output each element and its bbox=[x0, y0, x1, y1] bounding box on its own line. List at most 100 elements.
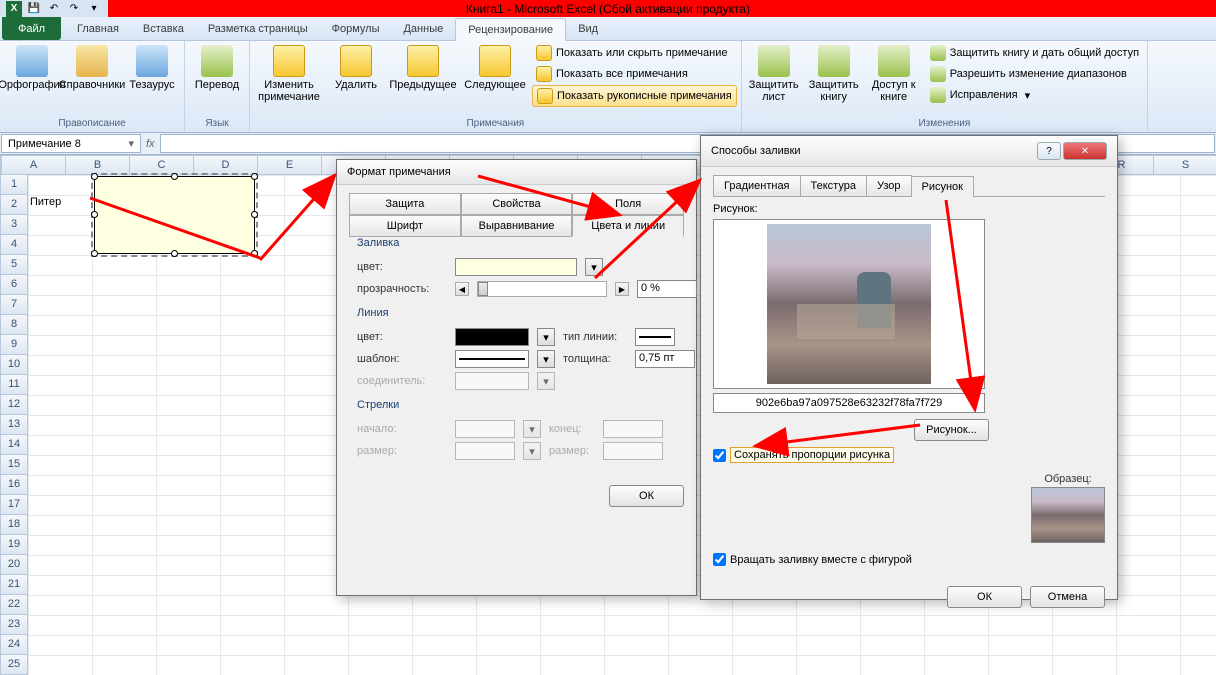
qat-dropdown-icon[interactable]: ▾ bbox=[86, 1, 102, 17]
save-icon[interactable]: 💾 bbox=[26, 1, 42, 17]
fill-color-swatch[interactable] bbox=[455, 258, 577, 276]
research-button[interactable]: Справочники bbox=[64, 43, 120, 93]
show-hide-comment-button[interactable]: Показать или скрыть примечание bbox=[532, 43, 737, 63]
dlg-tab-font[interactable]: Шрифт bbox=[349, 215, 461, 237]
allow-ranges-button[interactable]: Разрешить изменение диапазонов bbox=[926, 64, 1143, 84]
protect-workbook-button[interactable]: Защитить книгу bbox=[806, 43, 862, 105]
row-header-16[interactable]: 16 bbox=[0, 475, 28, 495]
row-header-2[interactable]: 2 bbox=[0, 195, 28, 215]
dialog-help-button[interactable]: ? bbox=[1037, 142, 1061, 160]
comment-box[interactable] bbox=[94, 176, 255, 254]
group-label-proofing: Правописание bbox=[4, 117, 180, 130]
tab-review[interactable]: Рецензирование bbox=[455, 18, 566, 41]
row-header-12[interactable]: 12 bbox=[0, 395, 28, 415]
row-header-3[interactable]: 3 bbox=[0, 215, 28, 235]
fx-icon[interactable]: fx bbox=[146, 138, 155, 150]
tab-formulas[interactable]: Формулы bbox=[320, 17, 392, 40]
col-header-C[interactable]: C bbox=[130, 155, 194, 175]
fe-tab-gradient[interactable]: Градиентная bbox=[713, 175, 801, 196]
row-header-20[interactable]: 20 bbox=[0, 555, 28, 575]
slider-thumb[interactable] bbox=[478, 282, 488, 296]
next-comment-button[interactable]: Следующее bbox=[462, 43, 528, 93]
dlg-tab-align[interactable]: Выравнивание bbox=[461, 215, 573, 237]
fill-dialog-titlebar[interactable]: Способы заливки ? ✕ bbox=[701, 136, 1117, 167]
row-header-5[interactable]: 5 bbox=[0, 255, 28, 275]
tab-insert[interactable]: Вставка bbox=[131, 17, 196, 40]
col-header-S[interactable]: S bbox=[1154, 155, 1216, 175]
prev-comment-button[interactable]: Предыдущее bbox=[388, 43, 458, 93]
row-header-21[interactable]: 21 bbox=[0, 575, 28, 595]
show-all-comments-button[interactable]: Показать все примечания bbox=[532, 64, 737, 84]
tab-view[interactable]: Вид bbox=[566, 17, 610, 40]
protect-share-button[interactable]: Защитить книгу и дать общий доступ bbox=[926, 43, 1143, 63]
dlg-tab-margins[interactable]: Поля bbox=[572, 193, 684, 215]
row-header-9[interactable]: 9 bbox=[0, 335, 28, 355]
line-color-dropdown[interactable]: ▾ bbox=[537, 328, 555, 346]
col-header-A[interactable]: A bbox=[2, 155, 66, 175]
share-workbook-button[interactable]: Доступ к книге bbox=[866, 43, 922, 105]
format-ok-button[interactable]: ОК bbox=[609, 485, 684, 507]
row-header-25[interactable]: 25 bbox=[0, 655, 28, 675]
transparency-right-arrow[interactable]: ▶ bbox=[615, 282, 629, 296]
line-type-combo[interactable] bbox=[635, 328, 675, 346]
translate-button[interactable]: Перевод bbox=[189, 43, 245, 93]
cell-a2[interactable]: Питер bbox=[30, 196, 61, 208]
rotate-fill-checkbox[interactable]: Вращать заливку вместе с фигурой bbox=[713, 553, 1105, 566]
namebox-dropdown-icon[interactable]: ▾ bbox=[128, 137, 134, 150]
transparency-left-arrow[interactable]: ◀ bbox=[455, 282, 469, 296]
lock-aspect-checkbox[interactable]: Сохранять пропорции рисунка bbox=[713, 447, 1105, 463]
row-header-23[interactable]: 23 bbox=[0, 615, 28, 635]
row-header-6[interactable]: 6 bbox=[0, 275, 28, 295]
redo-icon[interactable]: ↷ bbox=[66, 1, 82, 17]
fe-tab-texture[interactable]: Текстура bbox=[800, 175, 867, 196]
row-header-1[interactable]: 1 bbox=[0, 175, 28, 195]
edit-comment-button[interactable]: Изменить примечание bbox=[254, 43, 324, 105]
row-header-19[interactable]: 19 bbox=[0, 535, 28, 555]
fill-cancel-button[interactable]: Отмена bbox=[1030, 586, 1105, 608]
row-header-4[interactable]: 4 bbox=[0, 235, 28, 255]
protect-sheet-button[interactable]: Защитить лист bbox=[746, 43, 802, 105]
line-pattern-dropdown[interactable]: ▾ bbox=[537, 350, 555, 368]
dlg-tab-props[interactable]: Свойства bbox=[461, 193, 573, 215]
row-header-8[interactable]: 8 bbox=[0, 315, 28, 335]
col-header-D[interactable]: D bbox=[194, 155, 258, 175]
dlg-tab-protect[interactable]: Защита bbox=[349, 193, 461, 215]
row-header-14[interactable]: 14 bbox=[0, 435, 28, 455]
tab-layout[interactable]: Разметка страницы bbox=[196, 17, 320, 40]
dlg-tab-colors[interactable]: Цвета и линии bbox=[572, 215, 684, 237]
dialog-close-button[interactable]: ✕ bbox=[1063, 142, 1107, 160]
file-tab[interactable]: Файл bbox=[2, 17, 61, 40]
spelling-button[interactable]: Орфография bbox=[4, 43, 60, 93]
line-fieldset: Линия цвет: ▾ тип линии: шаблон: ▾ толщи… bbox=[349, 307, 703, 399]
row-header-13[interactable]: 13 bbox=[0, 415, 28, 435]
transparency-slider[interactable] bbox=[477, 281, 607, 297]
fill-color-dropdown[interactable]: ▾ bbox=[585, 258, 603, 276]
show-ink-button[interactable]: Показать рукописные примечания bbox=[532, 85, 737, 107]
track-changes-button[interactable]: Исправления▾ bbox=[926, 85, 1143, 105]
col-header-E[interactable]: E bbox=[258, 155, 322, 175]
name-box[interactable]: Примечание 8▾ bbox=[1, 134, 141, 153]
format-dialog-titlebar[interactable]: Формат примечания bbox=[337, 160, 696, 185]
fe-tab-pattern[interactable]: Узор bbox=[866, 175, 912, 196]
row-header-24[interactable]: 24 bbox=[0, 635, 28, 655]
row-header-15[interactable]: 15 bbox=[0, 455, 28, 475]
undo-icon[interactable]: ↶ bbox=[46, 1, 62, 17]
line-pattern-combo[interactable] bbox=[455, 350, 529, 368]
row-header-17[interactable]: 17 bbox=[0, 495, 28, 515]
row-header-22[interactable]: 22 bbox=[0, 595, 28, 615]
line-weight-input[interactable]: 0,75 пт bbox=[635, 350, 695, 368]
browse-picture-button[interactable]: Рисунок... bbox=[914, 419, 989, 441]
line-color-swatch[interactable] bbox=[455, 328, 529, 346]
tab-home[interactable]: Главная bbox=[65, 17, 131, 40]
row-header-10[interactable]: 10 bbox=[0, 355, 28, 375]
fill-ok-button[interactable]: ОК bbox=[947, 586, 1022, 608]
row-header-18[interactable]: 18 bbox=[0, 515, 28, 535]
fe-tab-picture[interactable]: Рисунок bbox=[911, 176, 975, 197]
col-header-B[interactable]: B bbox=[66, 155, 130, 175]
row-header-7[interactable]: 7 bbox=[0, 295, 28, 315]
delete-comment-button[interactable]: Удалить bbox=[328, 43, 384, 93]
thesaurus-button[interactable]: Тезаурус bbox=[124, 43, 180, 93]
tab-data[interactable]: Данные bbox=[391, 17, 455, 40]
transparency-input[interactable]: 0 % bbox=[637, 280, 697, 298]
row-header-11[interactable]: 11 bbox=[0, 375, 28, 395]
